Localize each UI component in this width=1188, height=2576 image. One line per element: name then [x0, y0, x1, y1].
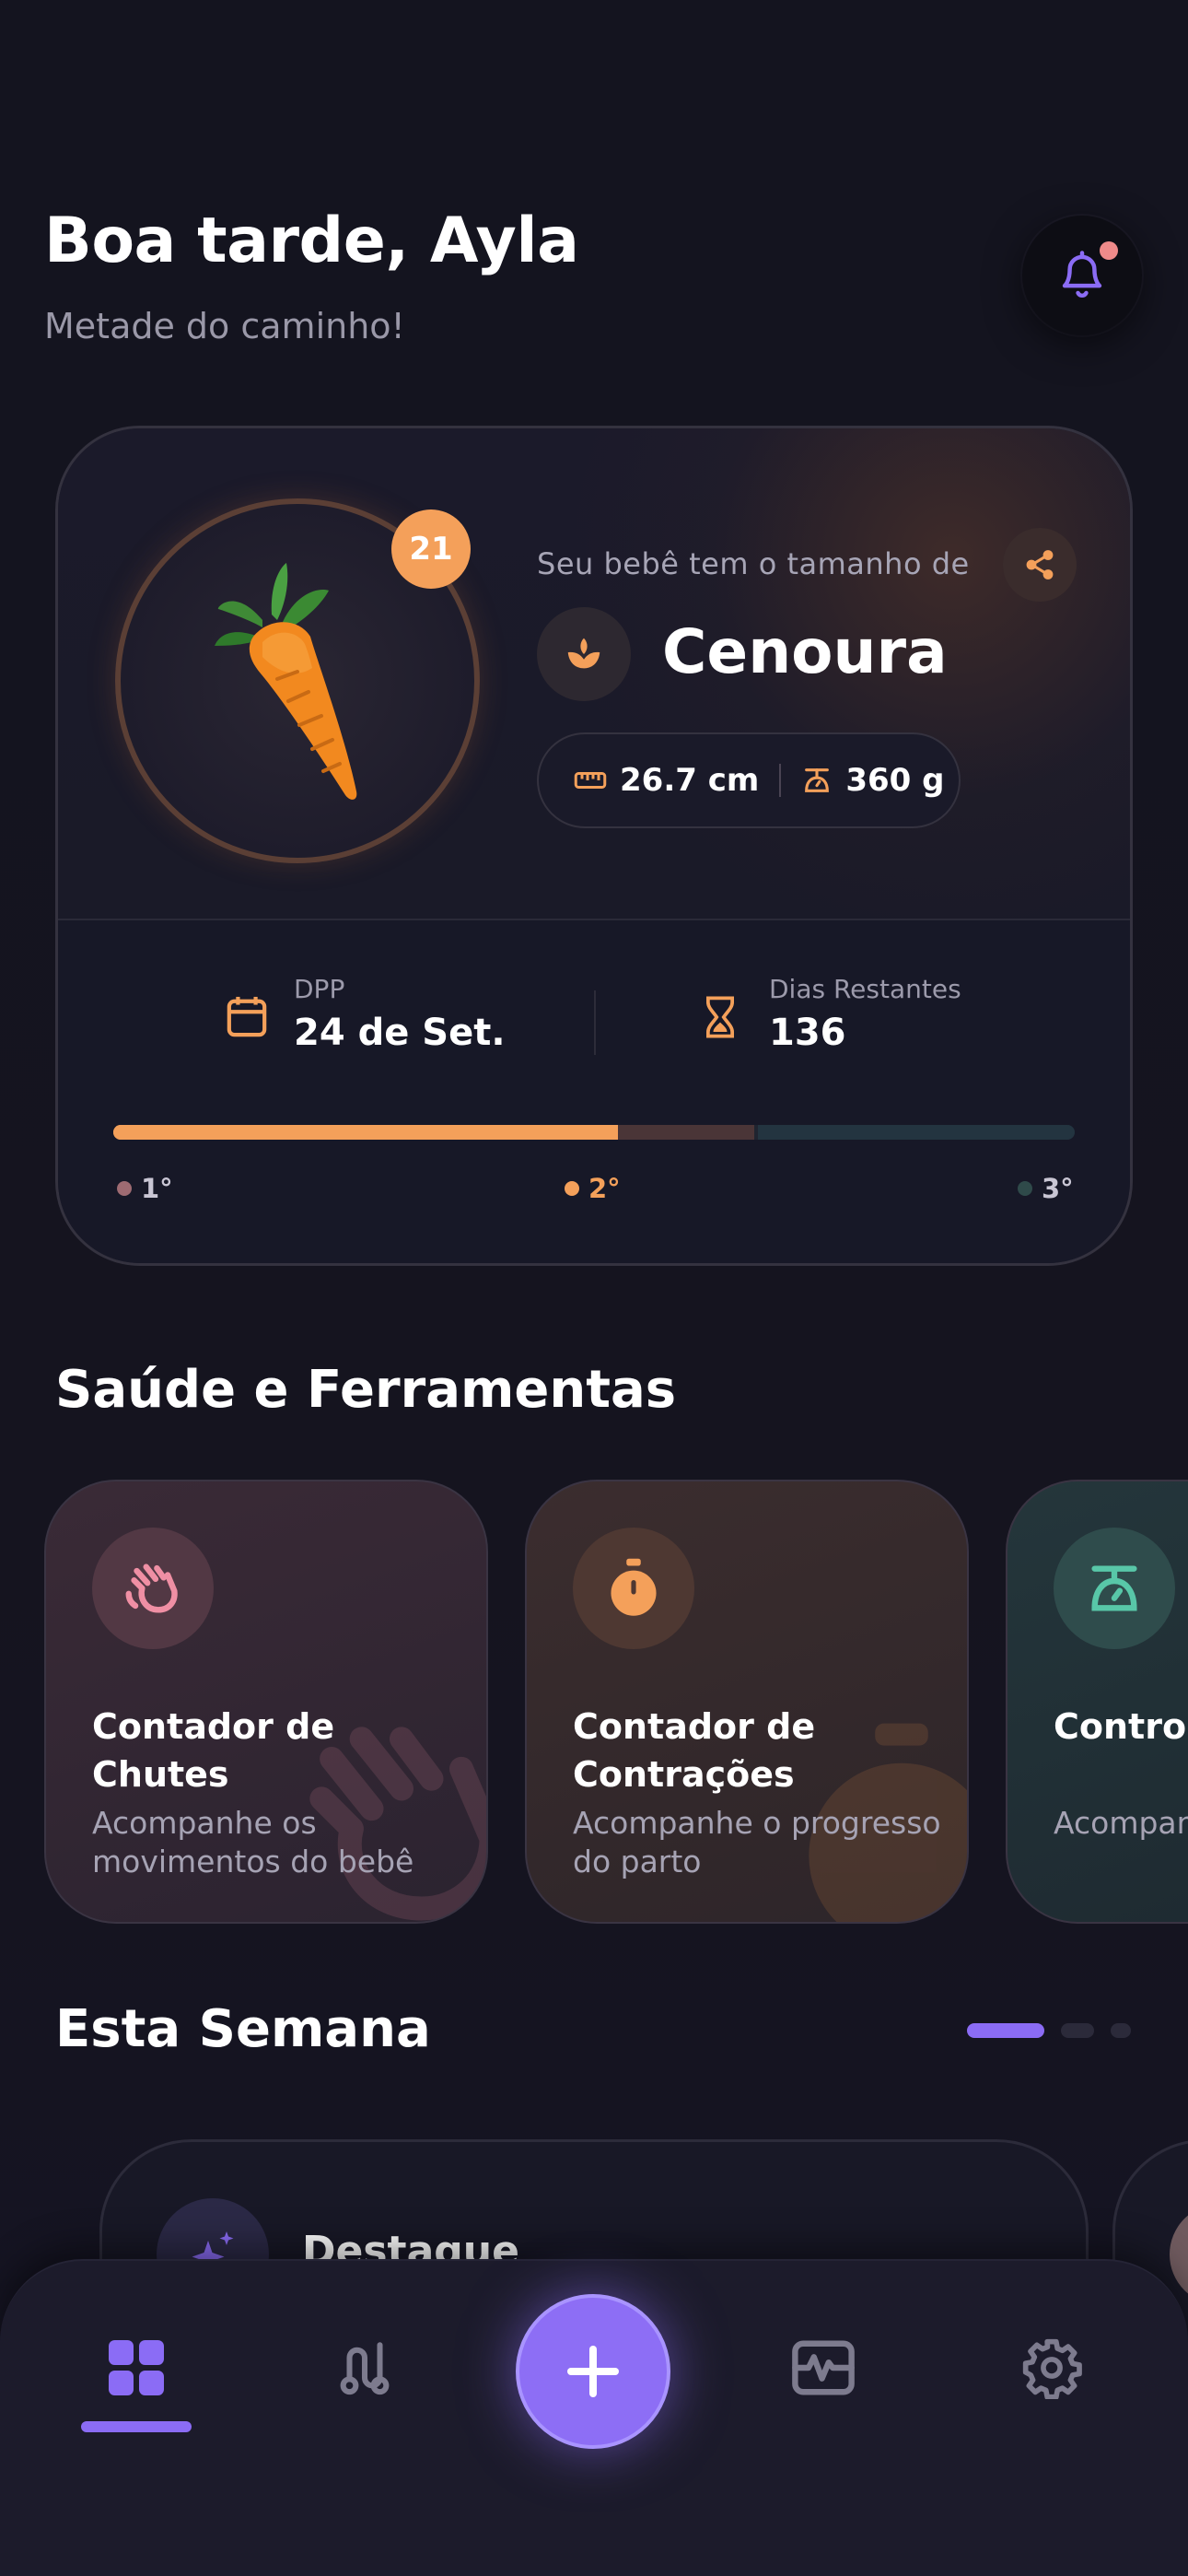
weight-tracker-desc: Acompanhe variações — [1054, 1805, 1188, 1841]
contraction-counter-card[interactable]: Contador de Contrações Acompanhe o progr… — [525, 1480, 969, 1924]
hourglass-icon — [706, 996, 734, 1038]
days-left-value: 136 — [769, 1012, 846, 1054]
due-date-stat: DPP 24 de Set. — [226, 974, 506, 1054]
add-icon — [567, 2346, 619, 2397]
activity-icon — [792, 2340, 855, 2395]
hand-wave-icon — [125, 1563, 178, 1613]
calendar-icon — [227, 996, 267, 1037]
nav-active-indicator — [81, 2421, 192, 2432]
nav-health[interactable] — [768, 2313, 879, 2423]
kick-counter-desc: Acompanhe os movimentos do bebê — [92, 1805, 414, 1879]
add-button[interactable] — [516, 2294, 670, 2449]
trimester-2-marker: 2° — [565, 1173, 621, 1204]
settings-icon — [1022, 2338, 1082, 2399]
weight-tracker-card[interactable]: Controle Acompanhe variações — [1006, 1480, 1188, 1924]
weight-tracker-title: Controle — [1054, 1706, 1188, 1747]
days-left-stat: Dias Restantes 136 — [706, 974, 961, 1054]
sprout-icon — [567, 638, 600, 669]
weight-tracker-icon-badge — [1054, 1528, 1175, 1649]
tools-section-title: Saúde e Ferramentas — [55, 1360, 677, 1420]
app-screen: Boa tarde, Ayla Metade do caminho! 21 Se… — [0, 0, 1188, 2576]
carousel-pager[interactable] — [967, 2023, 1147, 2038]
kick-counter-icon-badge — [92, 1528, 214, 1649]
ruler-icon — [574, 772, 607, 789]
stopwatch-icon — [611, 1558, 657, 1616]
pager-dot[interactable] — [1061, 2023, 1094, 2038]
stat-separator — [594, 990, 596, 1055]
baby-length: 26.7 cm — [620, 762, 760, 799]
measurements-pill: 26.7 cm 360 g — [537, 732, 961, 828]
nav-dashboard[interactable] — [81, 2313, 192, 2423]
sprout-badge — [537, 607, 631, 701]
days-left-label: Dias Restantes — [769, 974, 961, 1004]
due-date-label: DPP — [294, 974, 345, 1004]
dashboard-icon — [109, 2340, 164, 2395]
notifications-button[interactable] — [1022, 216, 1142, 335]
nav-journey[interactable] — [309, 2313, 420, 2423]
pregnancy-progress-bar — [113, 1125, 1075, 1140]
fruit-name: Cenoura — [662, 616, 948, 687]
greeting-title: Boa tarde, Ayla — [44, 205, 579, 277]
kick-counter-card[interactable]: Contador de Chutes Acompanhe os moviment… — [44, 1480, 488, 1924]
kick-counter-title: Contador de Chutes — [92, 1706, 335, 1795]
progress-trimester-3 — [758, 1125, 1075, 1140]
route-icon — [340, 2342, 390, 2395]
nav-settings[interactable] — [996, 2313, 1107, 2423]
share-icon — [1026, 550, 1054, 580]
contraction-counter-title: Contador de Contrações — [573, 1706, 816, 1795]
share-button[interactable] — [1003, 528, 1077, 602]
size-label: Seu bebê tem o tamanho de — [537, 546, 970, 581]
measure-separator — [779, 764, 782, 797]
contraction-counter-icon-badge — [573, 1528, 694, 1649]
scale-icon — [1091, 1565, 1137, 1611]
trimester-3-marker: 3° — [1018, 1173, 1074, 1204]
due-date-value: 24 de Set. — [294, 1012, 506, 1054]
pager-dot[interactable] — [1111, 2023, 1131, 2038]
progress-fill — [113, 1125, 618, 1140]
greeting-subtitle: Metade do caminho! — [44, 306, 405, 346]
pregnancy-hero-card[interactable]: 21 Seu bebê tem o tamanho de Cenoura 26.… — [55, 426, 1133, 1266]
notification-dot — [1100, 241, 1118, 260]
trimester-1-marker: 1° — [117, 1173, 173, 1204]
pager-dot-active[interactable] — [967, 2023, 1044, 2038]
week-section-title: Esta Semana — [55, 1999, 431, 2059]
bell-icon — [1062, 251, 1102, 298]
week-badge: 21 — [391, 509, 471, 589]
weight-icon — [805, 768, 830, 792]
baby-weight: 360 g — [845, 762, 945, 799]
contraction-counter-desc: Acompanhe o progresso do parto — [573, 1805, 941, 1879]
